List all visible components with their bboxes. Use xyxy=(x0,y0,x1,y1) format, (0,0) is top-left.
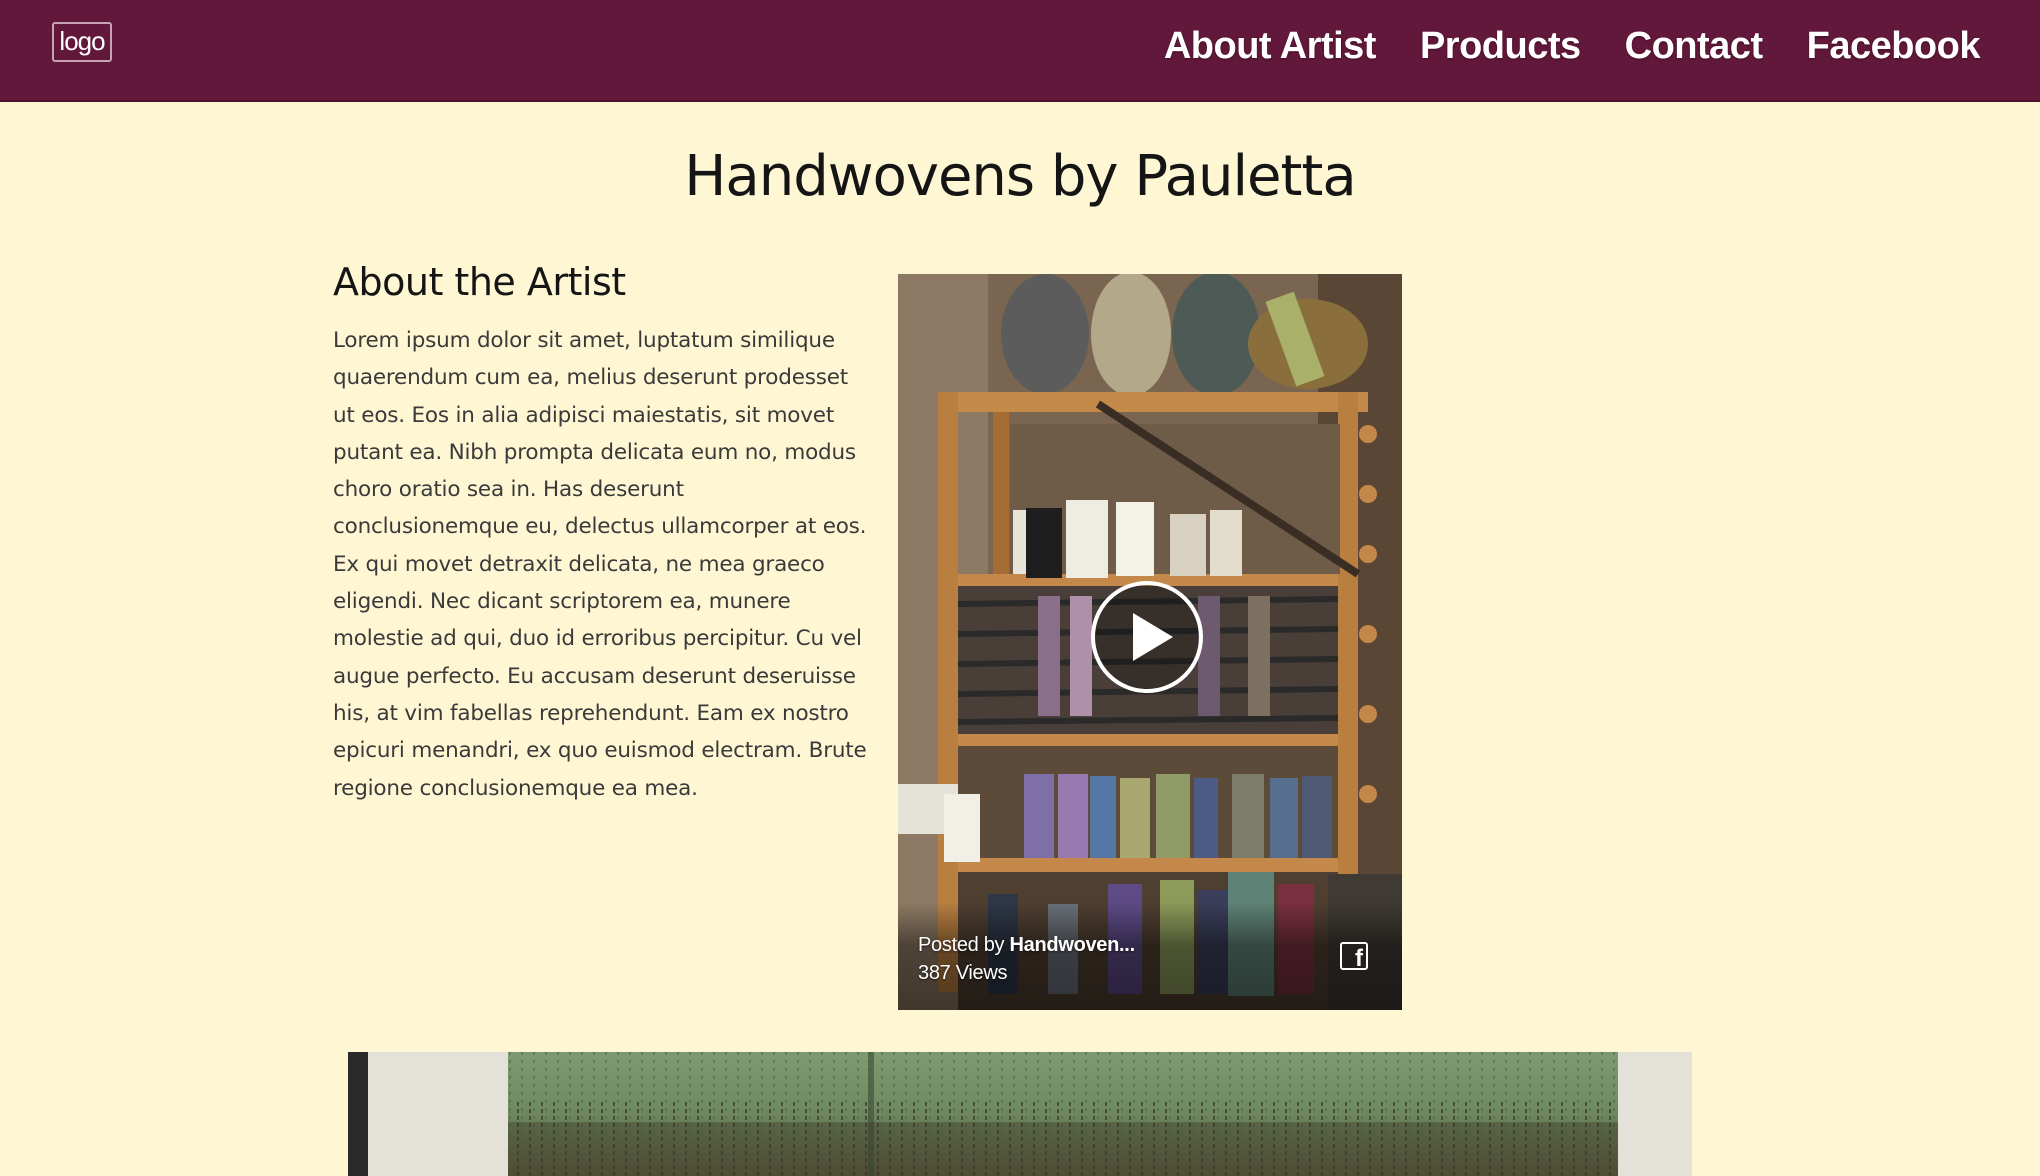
nav-link-facebook[interactable]: Facebook xyxy=(1807,25,1981,68)
posted-by-label: Posted by xyxy=(918,934,1010,956)
poster-name-link[interactable]: Handwoven... xyxy=(1010,934,1136,956)
video-posted-by: Posted by Handwoven... xyxy=(918,934,1135,957)
main-nav: About Artist Products Contact Facebook xyxy=(1164,20,1981,72)
top-nav-bar: logo About Artist Products Contact Faceb… xyxy=(0,0,2040,102)
about-heading: About the Artist xyxy=(333,260,626,304)
video-view-count: 387 Views xyxy=(918,962,1008,984)
logo[interactable]: logo xyxy=(52,22,112,62)
nav-link-about-artist[interactable]: About Artist xyxy=(1164,25,1377,68)
facebook-icon[interactable]: f xyxy=(1340,942,1368,971)
play-icon xyxy=(1133,613,1173,661)
play-button[interactable] xyxy=(1091,581,1203,693)
nav-link-contact[interactable]: Contact xyxy=(1625,25,1763,68)
about-body-text: Lorem ipsum dolor sit amet, luptatum sim… xyxy=(333,328,867,801)
page-title: Handwovens by Pauletta xyxy=(684,144,1356,209)
nav-link-products[interactable]: Products xyxy=(1420,25,1581,68)
facebook-video-embed[interactable]: Posted by Handwoven... 387 Views f xyxy=(898,274,1402,1010)
woven-textile-image xyxy=(348,1052,1692,1176)
woven-textile-photo xyxy=(348,1052,1692,1176)
